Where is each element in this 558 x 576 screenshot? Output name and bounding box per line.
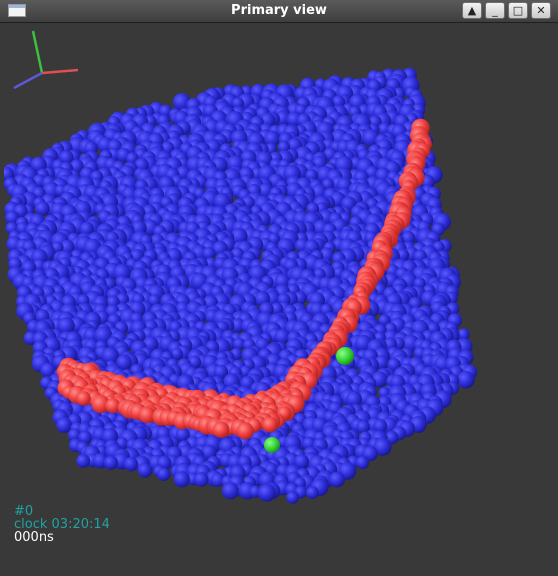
blue-atom	[306, 486, 319, 499]
molecular-scene[interactable]	[4, 23, 554, 572]
shade-button[interactable]: ▲	[462, 2, 482, 19]
green-atom	[264, 437, 280, 453]
time-label: 000ns	[14, 530, 54, 545]
red-atom	[262, 416, 278, 433]
blue-atom	[286, 491, 300, 504]
title-bar[interactable]: Primary view ▲ _ □ ✕	[0, 0, 558, 23]
axis-z-line	[13, 71, 43, 90]
blue-atom	[76, 454, 91, 468]
application-window: Primary view ▲ _ □ ✕ #0 clock 03:20:14 0…	[0, 0, 558, 576]
blue-atom	[194, 472, 209, 487]
green-atom	[336, 347, 354, 365]
blue-atom	[123, 457, 139, 472]
close-button[interactable]: ✕	[531, 2, 551, 19]
axis-x-line	[41, 68, 79, 75]
hud-overlay: #0 clock 03:20:14 000ns	[14, 505, 110, 544]
red-atom	[76, 391, 91, 406]
blue-atom	[221, 482, 240, 500]
blue-atom	[103, 455, 118, 470]
blue-atom	[137, 463, 153, 478]
blue-atom	[257, 483, 276, 502]
blue-atom	[173, 471, 190, 488]
blue-atom	[329, 471, 345, 488]
blue-atom	[457, 370, 475, 389]
blue-atom-cluster	[4, 67, 478, 504]
blue-atom	[157, 467, 171, 481]
axis-gizmo-icon	[13, 30, 79, 90]
3d-viewport[interactable]: #0 clock 03:20:14 000ns	[4, 23, 554, 572]
maximize-button[interactable]: □	[508, 2, 528, 19]
blue-atom	[355, 456, 369, 470]
axis-y-line	[31, 30, 44, 74]
minimize-button[interactable]: _	[485, 2, 505, 19]
red-atom	[236, 422, 254, 440]
red-atom	[212, 421, 230, 438]
